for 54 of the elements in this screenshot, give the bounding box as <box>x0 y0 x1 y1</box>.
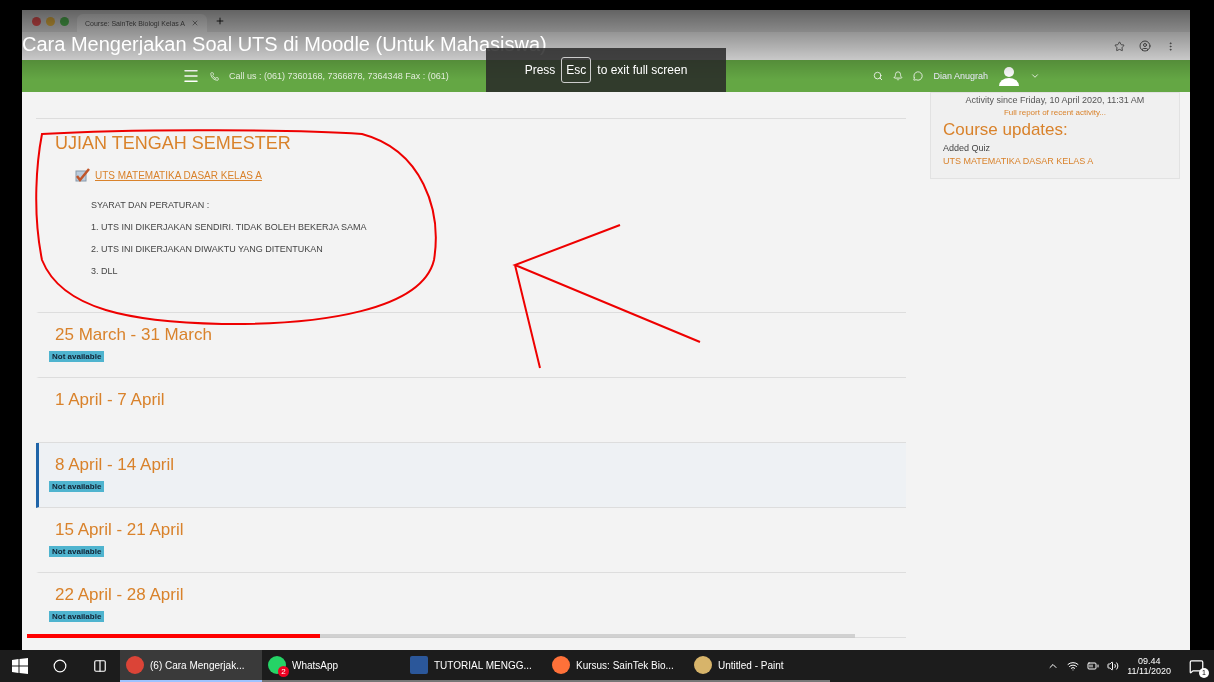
availability-badge: Not available <box>49 546 105 557</box>
taskbar-app[interactable]: (6) Cara Mengerjak... <box>120 650 262 682</box>
app-icon <box>410 656 428 674</box>
progress-track[interactable] <box>27 634 855 638</box>
hint-text: Press <box>524 63 556 77</box>
taskbar-app[interactable]: Kursus: SainTek Bio... <box>546 650 688 682</box>
account-icon[interactable] <box>1139 40 1151 52</box>
unread-badge: 2 <box>278 666 289 677</box>
notification-icon[interactable] <box>1189 658 1204 674</box>
clock-date[interactable]: 11/11/2020 <box>1127 666 1171 676</box>
task-view-icon[interactable] <box>93 659 107 673</box>
taskbar-app[interactable]: 2 WhatsApp <box>262 650 404 682</box>
contact-text: Call us : (061) 7360168, 7366878, 7364348 Fax : (061) <box>229 71 449 81</box>
section-title: 15 April - 21 April <box>55 520 185 540</box>
battery-icon[interactable] <box>1087 660 1100 672</box>
update-type: Added Quiz <box>943 143 992 153</box>
menu-icon[interactable] <box>182 67 200 85</box>
chat-icon[interactable] <box>913 71 924 81</box>
key-label: Esc <box>561 57 592 83</box>
section-title: UJIAN TENGAH SEMESTER <box>55 133 292 154</box>
section-title: 25 March - 31 March <box>55 325 213 345</box>
app-icon <box>552 656 570 674</box>
hint-text: to exit full screen <box>597 63 688 77</box>
close-icon[interactable] <box>191 19 199 27</box>
video-title: Cara Mengerjakan Soal UTS di Moodle (Untuk Mahasiswa) <box>22 34 547 54</box>
section-title: 8 April - 14 April <box>55 455 176 475</box>
availability-badge: Not available <box>49 351 105 362</box>
section-title: 22 April - 28 April <box>55 585 185 605</box>
description-text: SYARAT DAN PERATURAN : <box>91 200 211 210</box>
avatar-icon[interactable] <box>998 66 1020 86</box>
description-text: 1. UTS INI DIKERJAKAN SENDIRI. TIDAK BOLEH BEKERJA SAMA <box>91 222 368 232</box>
taskbar-app[interactable]: Untitled - Paint <box>688 650 830 682</box>
availability-badge: Not available <box>49 481 105 492</box>
app-icon <box>126 656 144 674</box>
app-icon <box>268 656 286 674</box>
search-icon[interactable] <box>53 659 67 673</box>
section-title: 1 April - 7 April <box>55 390 166 410</box>
window-controls-icon[interactable] <box>32 16 69 26</box>
activity-since-text: Activity since Friday, 10 April 2020, 11:31 AM <box>964 95 1146 105</box>
app-icon <box>694 656 712 674</box>
taskbar-app[interactable]: TUTORIAL MENGG... <box>404 650 546 682</box>
description-text: 3. DLL <box>91 266 119 276</box>
wifi-icon[interactable] <box>1067 660 1080 672</box>
star-icon[interactable] <box>1114 40 1125 52</box>
description-text: 2. UTS INI DIKERJAKAN DIWAKTU YANG DITENTUKAN <box>91 244 324 254</box>
phone-icon <box>210 71 219 81</box>
bell-icon[interactable] <box>893 71 904 81</box>
new-tab-icon[interactable] <box>215 16 225 26</box>
caret-icon[interactable] <box>1030 71 1040 81</box>
card-heading: Course updates: <box>943 120 1069 140</box>
clock-time[interactable]: 09.44 <box>1137 656 1161 666</box>
availability-badge: Not available <box>49 611 105 622</box>
windows-start-icon[interactable] <box>12 658 28 674</box>
volume-icon[interactable] <box>1107 660 1120 672</box>
